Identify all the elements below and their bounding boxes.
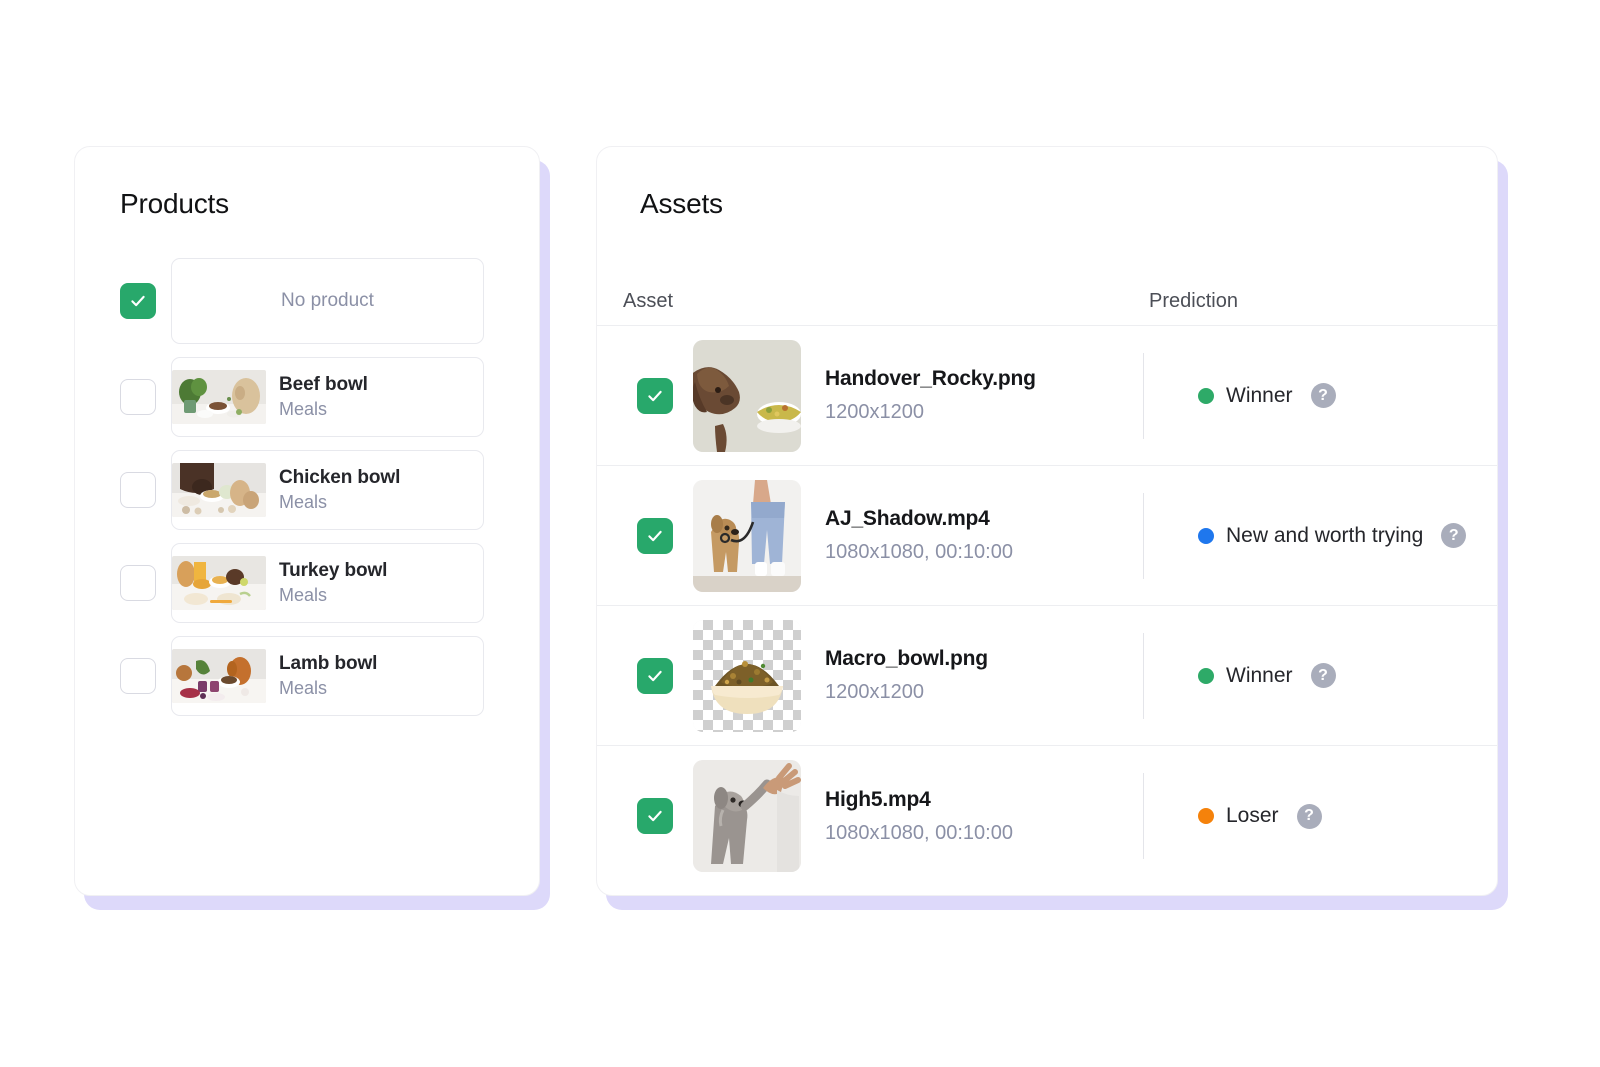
status-badge: Winner	[1226, 663, 1293, 687]
status-dot	[1198, 808, 1214, 824]
product-meta: Turkey bowl Meals	[279, 560, 387, 606]
table-row[interactable]: Handover_Rocky.png 1200x1200 Winner ?	[597, 326, 1497, 466]
asset-dimensions: 1200x1200	[825, 681, 924, 703]
product-meta: Chicken bowl Meals	[279, 467, 400, 513]
product-name: Chicken bowl	[279, 467, 401, 488]
list-item[interactable]: Turkey bowl Meals	[75, 543, 539, 623]
asset-info: High5.mp4 1080x1080, 00:10:00	[825, 788, 1013, 845]
product-card-turkey-bowl[interactable]: Turkey bowl Meals	[171, 543, 484, 623]
asset-info: AJ_Shadow.mp4 1080x1080, 00:10:00	[825, 507, 1013, 564]
asset-cell: Handover_Rocky.png 1200x1200	[597, 339, 1137, 452]
product-checkbox-turkey-bowl[interactable]	[120, 565, 156, 601]
asset-dimensions: 1200x1200	[825, 401, 924, 423]
status-dot	[1198, 667, 1214, 684]
product-checkbox-no-product[interactable]	[120, 283, 156, 319]
asset-cell: High5.mp4 1080x1080, 00:10:00	[597, 760, 1137, 872]
product-checkbox-lamb-bowl[interactable]	[120, 658, 156, 694]
check-icon	[131, 295, 145, 307]
column-header-prediction-label: Prediction	[1149, 290, 1238, 312]
asset-name: High5.mp4	[825, 787, 931, 811]
check-icon	[648, 530, 662, 541]
product-category: Meals	[279, 399, 328, 419]
dog-high-five-thumbnail	[693, 760, 801, 872]
asset-info: Macro_bowl.png 1200x1200	[825, 647, 988, 704]
asset-name: Macro_bowl.png	[825, 647, 988, 670]
product-category: Meals	[279, 585, 328, 605]
page-root: Products No product Beef bowl Meals Chic…	[0, 0, 1600, 1067]
asset-info: Handover_Rocky.png 1200x1200	[825, 367, 1036, 424]
status-badge: New and worth trying	[1226, 523, 1424, 547]
column-header-asset: Asset	[597, 290, 1137, 313]
help-icon[interactable]: ?	[1310, 663, 1336, 688]
asset-dimensions: 1080x1080, 00:10:00	[825, 821, 1013, 844]
product-checkbox-chicken-bowl[interactable]	[120, 472, 156, 508]
status-dot	[1198, 527, 1214, 544]
table-row[interactable]: High5.mp4 1080x1080, 00:10:00 Loser ?	[597, 746, 1497, 886]
product-card-chicken-bowl[interactable]: Chicken bowl Meals	[171, 450, 484, 530]
asset-checkbox-handover-rocky[interactable]	[637, 377, 673, 414]
assets-panel: Assets Asset Prediction Handover_Rocky.p…	[596, 146, 1498, 896]
product-name: Beef bowl	[279, 374, 368, 395]
status-badge: Loser	[1226, 804, 1279, 827]
list-item[interactable]: Beef bowl Meals	[75, 357, 539, 437]
asset-cell: Macro_bowl.png 1200x1200	[597, 619, 1137, 732]
beef-bowl-thumbnail	[172, 370, 266, 424]
product-category: Meals	[279, 678, 328, 698]
product-checkbox-beef-bowl[interactable]	[120, 379, 156, 415]
asset-checkbox-aj-shadow[interactable]	[637, 517, 673, 554]
product-card-lamb-bowl[interactable]: Lamb bowl Meals	[171, 636, 484, 716]
asset-name: AJ_Shadow.mp4	[825, 507, 990, 530]
check-icon	[648, 810, 662, 822]
product-card-beef-bowl[interactable]: Beef bowl Meals	[171, 357, 484, 437]
product-name: Lamb bowl	[279, 653, 378, 674]
products-panel: Products No product Beef bowl Meals Chic…	[74, 146, 540, 896]
asset-dimensions: 1080x1080, 00:10:00	[825, 541, 1013, 563]
products-panel-title: Products	[120, 188, 229, 219]
help-icon[interactable]: ?	[1310, 383, 1336, 408]
product-meta: Lamb bowl Meals	[279, 653, 377, 699]
product-card-no-product[interactable]: No product	[171, 258, 484, 344]
prediction-cell: Winner ?	[1144, 663, 1336, 688]
no-product-label: No product	[281, 290, 374, 311]
list-item[interactable]: Lamb bowl Meals	[75, 636, 539, 716]
dog-on-leash-thumbnail	[693, 479, 801, 592]
check-icon	[648, 670, 662, 681]
prediction-cell: Winner ?	[1144, 383, 1336, 408]
product-category: Meals	[279, 492, 328, 512]
chicken-bowl-thumbnail	[172, 463, 266, 517]
dog-with-food-bowl-thumbnail	[693, 339, 801, 452]
assets-table-header: Asset Prediction	[597, 250, 1497, 326]
assets-panel-title: Assets	[640, 188, 723, 219]
prediction-cell: New and worth trying ?	[1144, 523, 1467, 548]
column-header-asset-label: Asset	[623, 290, 674, 312]
prediction-cell: Loser ?	[1144, 803, 1322, 829]
list-item[interactable]: Chicken bowl Meals	[75, 450, 539, 530]
product-list: No product Beef bowl Meals Chicken bowl …	[75, 258, 539, 716]
transparent-kibble-bowl-thumbnail	[693, 619, 801, 732]
turkey-bowl-thumbnail	[172, 556, 266, 610]
list-item[interactable]: No product	[75, 258, 539, 344]
product-name: Turkey bowl	[279, 560, 388, 581]
status-badge: Winner	[1226, 383, 1293, 407]
asset-cell: AJ_Shadow.mp4 1080x1080, 00:10:00	[597, 479, 1137, 592]
asset-name: Handover_Rocky.png	[825, 367, 1036, 390]
column-header-prediction: Prediction	[1137, 290, 1238, 313]
product-meta: Beef bowl Meals	[279, 374, 368, 420]
asset-checkbox-high5[interactable]	[637, 798, 673, 834]
table-row[interactable]: AJ_Shadow.mp4 1080x1080, 00:10:00 New an…	[597, 466, 1497, 606]
help-icon[interactable]: ?	[1296, 803, 1322, 829]
table-row[interactable]: Macro_bowl.png 1200x1200 Winner ?	[597, 606, 1497, 746]
check-icon	[648, 390, 662, 401]
help-icon[interactable]: ?	[1441, 523, 1467, 548]
lamb-bowl-thumbnail	[172, 649, 266, 703]
status-dot	[1198, 387, 1214, 404]
asset-checkbox-macro-bowl[interactable]	[637, 657, 673, 694]
